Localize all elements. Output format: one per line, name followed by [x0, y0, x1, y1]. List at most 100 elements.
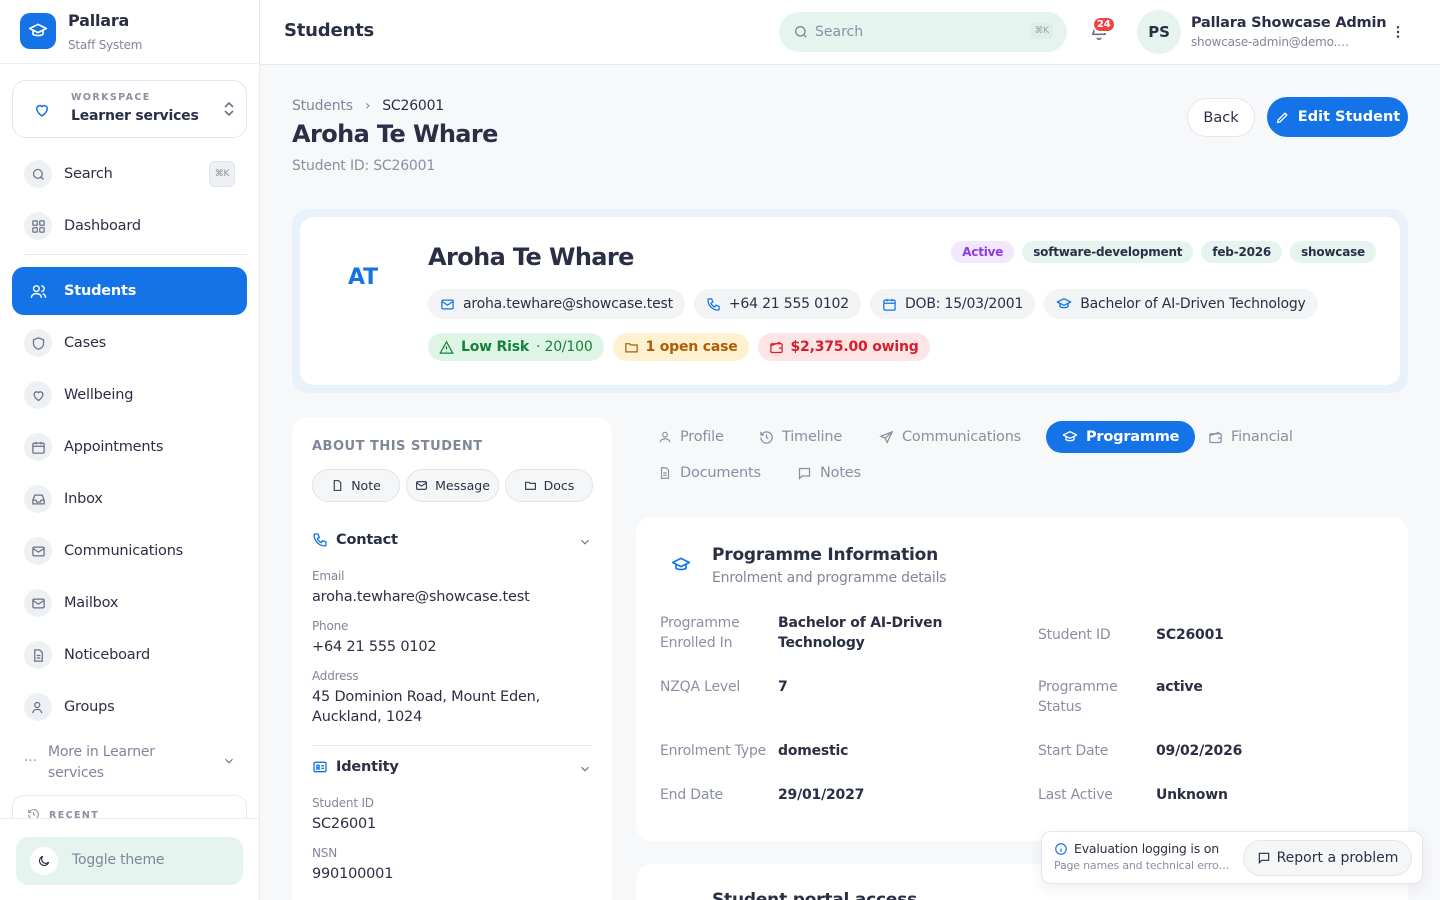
user-email: showcase-admin@demo.pallara.test [1191, 35, 1351, 49]
note-label: Note [351, 478, 381, 493]
tab-label: Notes [820, 465, 861, 481]
send-icon [879, 430, 894, 445]
tag: software-development [1022, 241, 1194, 263]
mail-icon [24, 537, 52, 565]
email-value: aroha.tewhare@showcase.test [463, 296, 673, 312]
report-problem-label: Report a problem [1276, 850, 1399, 866]
breadcrumb: Students › SC26001 [292, 98, 444, 114]
message-button[interactable]: Message [406, 469, 499, 502]
nsn-value: 990100001 [312, 866, 394, 882]
phone-chip[interactable]: +64 21 555 0102 [693, 289, 861, 319]
about-actions: Note Message Docs [312, 469, 593, 502]
address-value: 45 Dominion Road, Mount Eden, Auckland, … [312, 689, 541, 725]
report-problem-button[interactable]: Report a problem [1243, 840, 1412, 876]
sidebar-item-label: Mailbox [64, 595, 119, 611]
topbar: Students ⌘K 24 PS Pallara Showcase Admin… [260, 0, 1440, 65]
sidebar-item-appointments[interactable]: Appointments [12, 423, 247, 471]
sidebar-item-dashboard[interactable]: Dashboard [12, 202, 247, 250]
back-button[interactable]: Back [1187, 98, 1255, 137]
programme-enrolled-label: Programme Enrolled In [660, 615, 740, 651]
student-status-chips: Low Risk · 20/100 1 open case $2,375.00 … [428, 333, 930, 361]
sidebar-item-label: Dashboard [64, 218, 141, 234]
tab-programme[interactable]: Programme [1046, 421, 1196, 453]
edit-student-button[interactable]: Edit Student [1267, 97, 1408, 137]
shortcut-hint: ⌘K [209, 161, 235, 187]
tab-notes[interactable]: Notes [785, 457, 873, 489]
address-label: Address [312, 669, 359, 683]
pencil-icon [1275, 110, 1290, 125]
programme-title: Programme Information [712, 545, 939, 565]
sidebar-item-mailbox[interactable]: Mailbox [12, 579, 247, 627]
tab-communications[interactable]: Communications [867, 421, 1033, 453]
tab-label: Profile [680, 429, 724, 445]
tag: showcase [1290, 241, 1376, 263]
open-cases-badge[interactable]: 1 open case [612, 333, 749, 361]
heart-icon [33, 101, 51, 119]
student-tags: Active software-development feb-2026 sho… [951, 241, 1376, 263]
workspace-label: WORKSPACE [71, 92, 151, 103]
student-name: Aroha Te Whare [428, 243, 634, 271]
sidebar-item-label: Cases [64, 335, 107, 351]
sidebar-item-inbox[interactable]: Inbox [12, 475, 247, 523]
toggle-theme-button[interactable]: Toggle theme [16, 837, 243, 885]
tab-profile[interactable]: Profile [646, 421, 736, 453]
identity-section-toggle[interactable]: Identity [312, 759, 399, 775]
info-icon [1054, 842, 1068, 856]
mail-icon [440, 297, 455, 312]
chevron-down-icon [222, 754, 236, 768]
nsn-label: NSN [312, 846, 337, 860]
graduation-cap-icon [1062, 429, 1078, 445]
notification-badge: 24 [1092, 16, 1116, 33]
sidebar-item-label: Students [64, 283, 137, 299]
sidebar-item-search[interactable]: Search ⌘K [12, 150, 247, 198]
avatar[interactable]: PS [1137, 10, 1181, 54]
sidebar-item-label: Inbox [64, 491, 103, 507]
note-button[interactable]: Note [312, 469, 400, 502]
chevron-up-down-icon [222, 101, 236, 117]
sidebar-item-noticeboard[interactable]: Noticeboard [12, 631, 247, 679]
sidebar-item-students[interactable]: Students [12, 267, 247, 315]
sidebar-item-cases[interactable]: Cases [12, 319, 247, 367]
student-title: Aroha Te Whare [292, 120, 498, 148]
sidebar: Pallara Staff System WORKSPACE Learner s… [0, 0, 260, 900]
email-chip[interactable]: aroha.tewhare@showcase.test [428, 289, 685, 319]
chevron-down-icon[interactable] [578, 535, 592, 549]
tab-financial[interactable]: Financial [1196, 421, 1305, 453]
sidebar-item-label: Appointments [64, 439, 164, 455]
tab-timeline[interactable]: Timeline [747, 421, 854, 453]
search-input[interactable] [815, 22, 1015, 42]
workspace-switcher[interactable]: WORKSPACE Learner services [12, 80, 247, 138]
id-card-icon [312, 759, 328, 775]
student-contact-chips: aroha.tewhare@showcase.test +64 21 555 0… [428, 289, 1318, 319]
tab-label: Timeline [782, 429, 843, 445]
global-search[interactable]: ⌘K [779, 12, 1067, 52]
graduation-cap-logo-icon [20, 13, 56, 49]
breadcrumb-link-students[interactable]: Students [292, 98, 353, 114]
sidebar-item-communications[interactable]: Communications [12, 527, 247, 575]
owing-badge[interactable]: $2,375.00 owing [757, 333, 930, 361]
contact-section-toggle[interactable]: Contact [312, 532, 398, 548]
tag: feb-2026 [1201, 241, 1283, 263]
sidebar-item-groups[interactable]: Groups [12, 683, 247, 731]
sidebar-item-wellbeing[interactable]: Wellbeing [12, 371, 247, 419]
more-vertical-icon[interactable] [1390, 24, 1406, 40]
calendar-icon [882, 297, 897, 312]
sidebar-item-label: Groups [64, 699, 115, 715]
nzqa-level-value: 7 [778, 679, 788, 695]
moon-icon [30, 847, 58, 875]
search-icon [24, 160, 52, 188]
phone-label: Phone [312, 619, 349, 633]
docs-button[interactable]: Docs [505, 469, 593, 502]
wallet-icon [1208, 430, 1223, 445]
message-square-icon [1257, 851, 1271, 865]
last-active-value: Unknown [1156, 787, 1228, 803]
tab-documents[interactable]: Documents [646, 457, 773, 489]
more-in-workspace[interactable]: ··· More in Learner services [24, 742, 246, 786]
chevron-down-icon[interactable] [578, 762, 592, 776]
student-summary-card: AT Aroha Te Whare Active software-develo… [292, 209, 1408, 393]
shortcut-hint: ⌘K [1030, 23, 1053, 39]
phone-value: +64 21 555 0102 [728, 296, 849, 312]
brand: Pallara Staff System [0, 0, 259, 64]
student-summary: AT Aroha Te Whare Active software-develo… [300, 217, 1400, 385]
breadcrumb-current: SC26001 [382, 98, 445, 114]
